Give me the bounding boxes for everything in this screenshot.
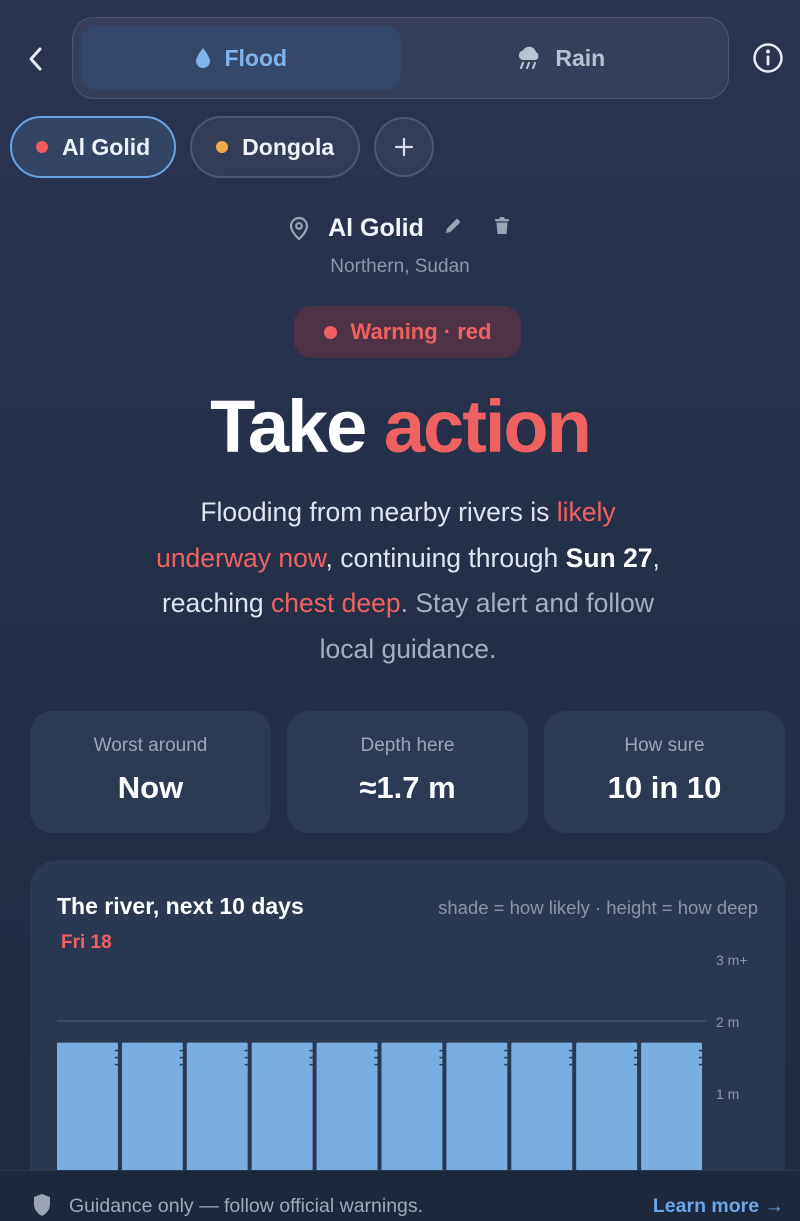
location-header: Al Golid [0, 214, 800, 243]
warning-badge: Warning · red [294, 306, 521, 358]
stat-depth-here: Depth here ≈1.7 m [287, 711, 528, 833]
stat-value: ≈1.7 m [359, 770, 456, 805]
river-forecast-card: 3 m+ 2 m 1 m The river, next 10 days shade… [30, 860, 785, 1221]
headline: Take action [0, 384, 800, 469]
stat-how-sure: How sure 10 in 10 [544, 711, 785, 833]
learn-more-link[interactable]: Learn more → [653, 1195, 784, 1218]
trash-icon [494, 217, 509, 234]
delete-location-button[interactable] [492, 215, 512, 242]
stat-value: Now [117, 770, 184, 805]
info-button[interactable] [752, 42, 784, 74]
pencil-icon [445, 218, 461, 233]
message-text-4: . [400, 588, 416, 618]
y-tick-label: 1 m [716, 1086, 739, 1102]
tab-flood[interactable]: Flood [81, 26, 401, 90]
y-tick-label: 3 m+ [716, 952, 748, 968]
warning-dot [323, 325, 337, 339]
stat-label: Worst around [93, 735, 208, 756]
chart-selected-day: Fri 18 [61, 932, 112, 953]
message-depth: chest deep [270, 588, 401, 618]
edit-location-button[interactable] [442, 215, 464, 242]
shield-icon [34, 1194, 50, 1216]
message-end-date: Sun 27 [565, 542, 653, 573]
message-text-1: Flooding from nearby rivers is [200, 497, 557, 527]
tab-rain[interactable]: Rain [401, 26, 721, 90]
flood-message: Flooding from nearby rivers is likely un… [150, 490, 666, 672]
tab-rain-label: Rain [555, 44, 606, 71]
location-chip-al-golid[interactable]: Al Golid [10, 116, 177, 178]
chart-legend: shade = how likely · height = how deep [438, 897, 758, 918]
message-text-2: , continuing through [325, 542, 566, 573]
info-icon [753, 43, 783, 73]
rain-cloud-icon [519, 46, 539, 70]
headline-part2: action [383, 385, 592, 468]
location-chip-label: Al Golid [62, 133, 151, 160]
stat-worst-around: Worst around Now [30, 711, 271, 833]
location-region: Northern, Sudan [330, 256, 470, 277]
plus-icon [395, 137, 414, 157]
chevron-left-icon [29, 47, 42, 71]
stat-label: How sure [624, 735, 705, 756]
status-dot-amber [216, 141, 229, 153]
stat-label: Depth here [360, 735, 455, 756]
back-button[interactable] [18, 40, 52, 78]
tab-flood-label: Flood [224, 44, 288, 71]
status-dot-red [36, 141, 48, 153]
chart-title: The river, next 10 days [57, 893, 304, 919]
footer-text: Guidance only — follow official warnings… [69, 1195, 424, 1217]
water-drop-icon [196, 48, 211, 68]
footer-disclaimer: Guidance only — follow official warnings… [0, 1170, 800, 1221]
map-pin-icon [289, 216, 309, 240]
location-chips: Al Golid Dongola [10, 116, 435, 178]
hazard-tab-switcher: Flood Rain [72, 17, 729, 99]
location-chip-dongola[interactable]: Dongola [190, 116, 361, 178]
warning-label: Warning · red [350, 319, 492, 344]
add-location-button[interactable] [374, 117, 435, 177]
location-name: Al Golid [328, 214, 424, 242]
location-chip-label: Dongola [242, 133, 335, 160]
headline-part1: Take [210, 385, 367, 468]
stat-value: 10 in 10 [607, 770, 722, 805]
y-tick-label: 2 m [716, 1014, 739, 1030]
